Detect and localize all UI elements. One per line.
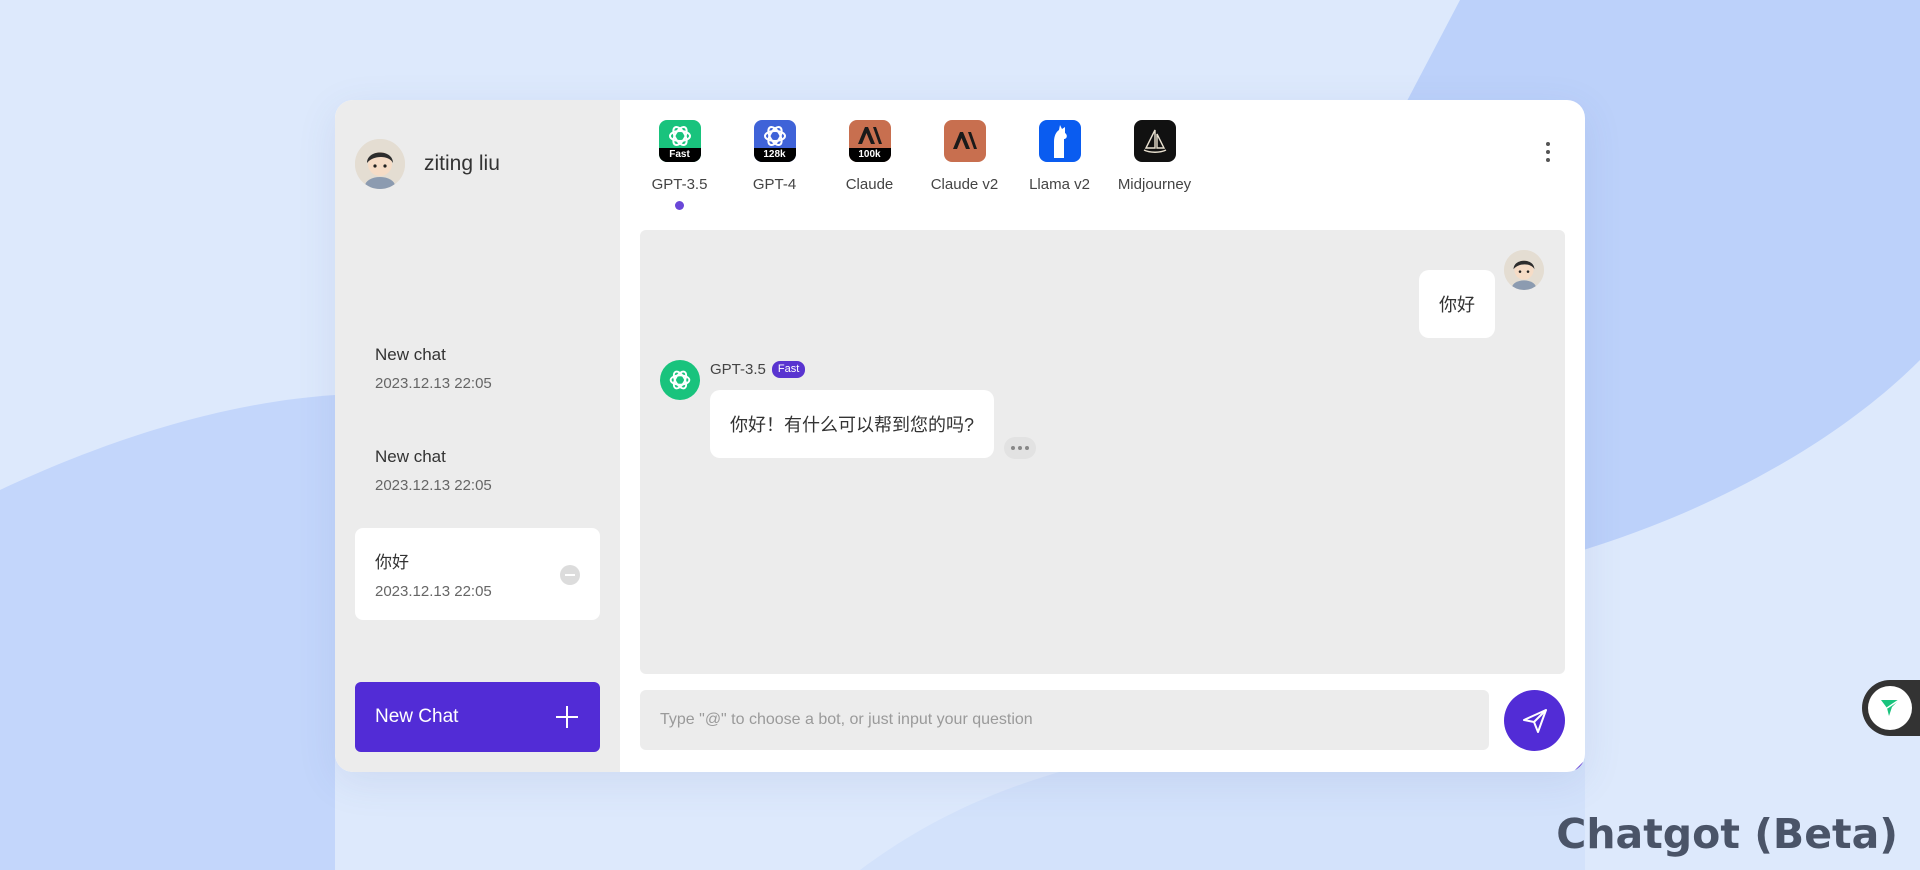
plus-icon xyxy=(556,706,578,728)
bot-label: Midjourney xyxy=(1117,176,1192,193)
bot-label: GPT-3.5 xyxy=(651,176,708,193)
user-profile[interactable]: ziting liu xyxy=(355,138,500,190)
chat-area: 你好 GPT-3.5 Fast 你好！有什么可以帮到您的吗? xyxy=(640,230,1565,674)
message-input[interactable] xyxy=(640,690,1489,750)
bot-tab-claude[interactable]: 100k Claude xyxy=(822,120,917,193)
bot-message-bubble: 你好！有什么可以帮到您的吗? xyxy=(710,390,995,458)
message-actions-icon[interactable] xyxy=(1004,437,1036,459)
session-date: 2023.12.13 22:05 xyxy=(375,375,492,392)
session-item[interactable]: New chat 2023.12.13 22:05 xyxy=(355,427,600,519)
anthropic-icon xyxy=(943,120,986,162)
fast-badge: Fast xyxy=(771,361,806,378)
new-chat-button[interactable]: New Chat xyxy=(355,682,600,752)
bot-tab-gpt-3-5[interactable]: Fast GPT-3.5 xyxy=(632,120,727,210)
chat-app-window: ziting liu New chat 2023.12.13 22:05 New… xyxy=(335,100,1585,772)
bot-label: GPT-4 xyxy=(752,176,797,193)
bot-badge: Fast xyxy=(658,148,701,162)
more-options-icon[interactable] xyxy=(1546,142,1550,164)
extension-icon xyxy=(1868,686,1912,730)
bot-message-header: GPT-3.5 Fast xyxy=(710,361,806,378)
brand-watermark: Chatgot (Beta) xyxy=(1556,810,1898,858)
bot-selector: Fast GPT-3.5 128k GPT-4 100k Claude Clau… xyxy=(620,100,1585,220)
floating-extension-button[interactable] xyxy=(1862,680,1920,736)
bot-label: Llama v2 xyxy=(1029,176,1090,193)
send-button[interactable] xyxy=(1504,690,1565,751)
bot-tab-midjourney[interactable]: Midjourney xyxy=(1107,120,1202,193)
avatar xyxy=(355,139,405,189)
bot-badge: 128k xyxy=(753,148,796,162)
session-title: New chat xyxy=(375,345,446,364)
bot-tab-gpt-4[interactable]: 128k GPT-4 xyxy=(727,120,822,193)
session-date: 2023.12.13 22:05 xyxy=(375,477,492,494)
midjourney-icon xyxy=(1133,120,1176,162)
bot-badge: 100k xyxy=(848,148,891,162)
bot-tab-claude-v2[interactable]: Claude v2 xyxy=(917,120,1012,193)
openai-icon: Fast xyxy=(658,120,701,162)
user-message-bubble: 你好 xyxy=(1419,270,1495,338)
main-panel: Fast GPT-3.5 128k GPT-4 100k Claude Clau… xyxy=(620,100,1585,772)
user-name: ziting liu xyxy=(424,152,500,175)
bot-label: Claude v2 xyxy=(930,176,999,193)
bot-message-name: GPT-3.5 xyxy=(710,361,766,378)
bot-message-avatar xyxy=(660,360,700,400)
new-chat-label: New Chat xyxy=(375,706,459,727)
openai-icon: 128k xyxy=(753,120,796,162)
llama-icon xyxy=(1038,120,1081,162)
user-message-avatar xyxy=(1504,250,1544,290)
bot-label: Claude xyxy=(845,176,894,193)
bot-tab-llama-v2[interactable]: Llama v2 xyxy=(1012,120,1107,193)
remove-session-icon[interactable] xyxy=(560,565,580,585)
session-item-active[interactable]: 你好 2023.12.13 22:05 xyxy=(355,528,600,620)
session-date: 2023.12.13 22:05 xyxy=(375,583,492,600)
anthropic-icon: 100k xyxy=(848,120,891,162)
session-title: New chat xyxy=(375,447,446,466)
send-icon xyxy=(1522,708,1547,733)
session-item[interactable]: New chat 2023.12.13 22:05 xyxy=(355,325,600,417)
resize-handle-icon[interactable] xyxy=(1575,762,1583,770)
session-title: 你好 xyxy=(375,553,409,572)
selected-indicator xyxy=(675,201,684,210)
sidebar: ziting liu New chat 2023.12.13 22:05 New… xyxy=(335,100,620,772)
